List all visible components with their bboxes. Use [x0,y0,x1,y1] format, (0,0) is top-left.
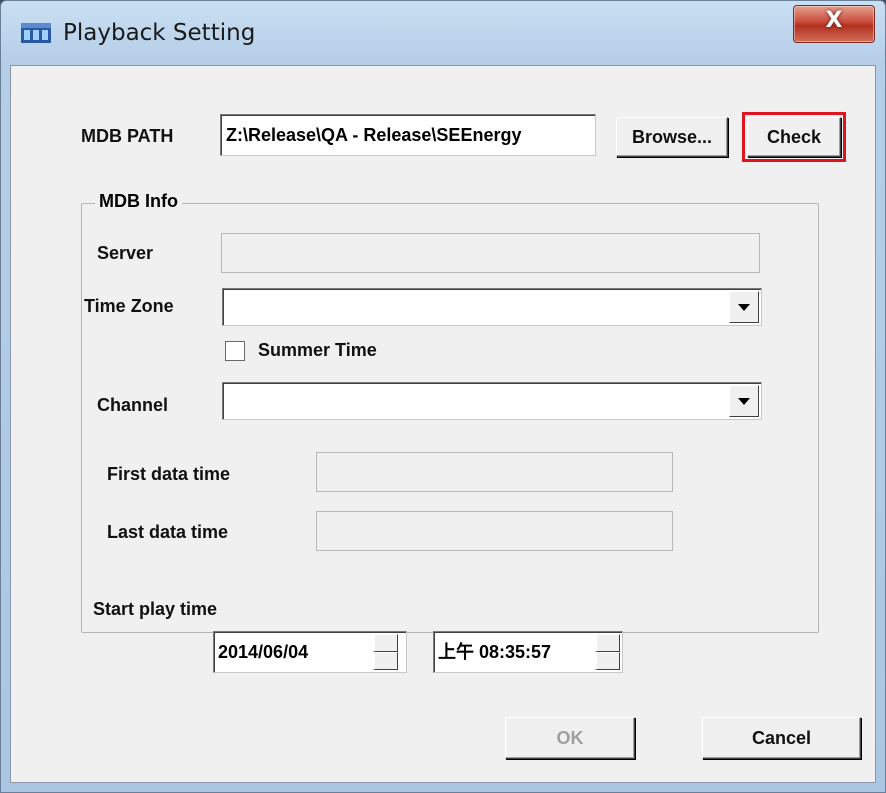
chevron-down-icon [596,652,620,670]
time-spin-down[interactable] [595,652,620,670]
chevron-down-icon [738,303,750,311]
chevron-up-icon [374,634,398,652]
film-icon [21,23,51,43]
chevron-down-icon [738,397,750,405]
date-spin-up[interactable] [373,634,398,652]
cancel-button[interactable]: Cancel [702,717,861,759]
time-spinner[interactable] [595,634,620,670]
start-time-value: 上午 08:35:57 [438,642,552,662]
last-data-time-label: Last data time [107,522,229,542]
summer-time-label: Summer Time [258,340,377,360]
ok-button[interactable]: OK [505,717,635,759]
close-button[interactable]: X [793,5,875,43]
channel-dropdown[interactable] [222,382,762,420]
server-label: Server [97,243,154,263]
channel-label: Channel [97,395,169,415]
start-date-value: 2014/06/04 [218,642,309,662]
first-data-time-field [316,452,673,492]
mdb-path-label: MDB PATH [81,126,174,146]
first-data-time-label: First data time [107,464,231,484]
playback-setting-window: Playback Setting X MDB PATH Z:\Release\Q… [0,0,886,793]
chevron-up-icon [596,634,620,652]
server-field [221,233,760,273]
window-title: Playback Setting [63,20,256,46]
time-zone-dropdown-arrow[interactable] [729,291,759,323]
time-spin-up[interactable] [595,634,620,652]
date-spin-down[interactable] [373,652,398,670]
channel-dropdown-arrow[interactable] [729,385,759,417]
title-bar[interactable]: Playback Setting X [1,1,886,63]
dialog-client-area: MDB PATH Z:\Release\QA - Release\SEEnerg… [10,65,876,783]
check-button-highlight [742,112,846,162]
date-spinner[interactable] [373,634,398,670]
last-data-time-field [316,511,673,551]
close-icon: X [825,8,843,33]
mdb-info-group-title: MDB Info [95,191,182,212]
summer-time-checkbox[interactable] [225,341,245,361]
browse-button[interactable]: Browse... [616,117,728,157]
time-zone-label: Time Zone [84,296,174,316]
time-zone-dropdown[interactable] [222,288,762,326]
chevron-down-icon [374,652,398,670]
start-play-time-label: Start play time [93,599,218,619]
mdb-path-input[interactable]: Z:\Release\QA - Release\SEEnergy [220,114,596,156]
